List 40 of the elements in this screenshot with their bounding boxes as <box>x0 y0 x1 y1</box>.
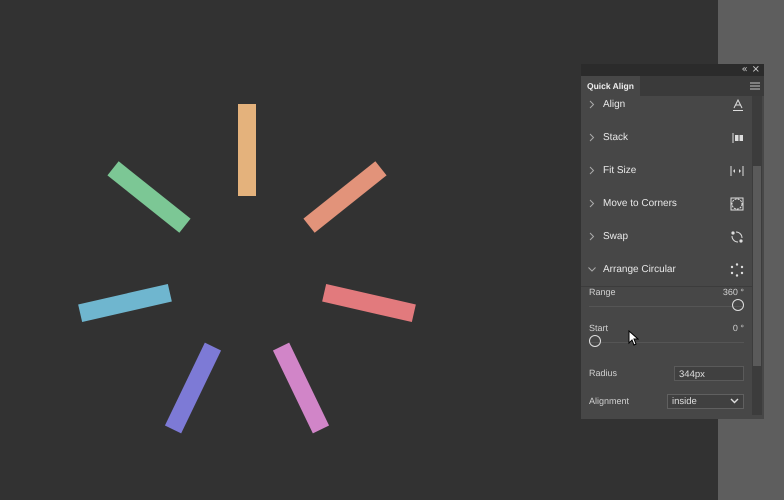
radius-field[interactable]: 344px <box>674 366 744 380</box>
chevron-icon <box>589 133 595 142</box>
alignment-dropdown[interactable]: inside <box>667 394 744 408</box>
stack-icon <box>732 132 744 144</box>
section-title: Move to Corners <box>603 198 678 209</box>
chevron-icon <box>589 232 595 241</box>
chevron-icon <box>589 199 595 208</box>
slider-reading: 0 ° <box>732 323 744 333</box>
close-button[interactable]: × <box>752 64 760 76</box>
section-header[interactable]: Align <box>581 96 752 121</box>
section-header[interactable]: Move to Corners <box>581 187 752 220</box>
slider-thumb[interactable] <box>589 335 601 347</box>
chevron-icon <box>588 266 596 272</box>
section-title: Fit Size <box>603 165 638 176</box>
slider-label: Start <box>589 323 608 333</box>
slider-thumb[interactable] <box>732 299 744 311</box>
cursor-icon <box>628 330 639 346</box>
section-title: Align <box>603 99 626 110</box>
menu-icon[interactable] <box>750 82 760 90</box>
field-label: Radius <box>589 368 618 378</box>
section-title: Swap <box>603 231 630 242</box>
section-header[interactable]: Stack <box>581 121 752 154</box>
corners-icon <box>730 196 744 210</box>
slider-label: Range <box>589 287 616 297</box>
slider-reading: 360 ° <box>722 287 744 297</box>
swap-icon <box>730 230 744 244</box>
section-header[interactable]: Swap <box>581 220 752 253</box>
field-label: Alignment <box>589 396 630 406</box>
fit-width-icon <box>730 164 744 176</box>
caret-icon <box>730 398 739 404</box>
section-header[interactable]: Fit Size <box>581 154 752 187</box>
text-align-icon <box>732 98 744 110</box>
panel-tab[interactable]: Quick Align <box>581 76 640 96</box>
chevron-icon <box>589 166 595 175</box>
scrollbar[interactable] <box>752 96 762 415</box>
chevron-icon <box>589 100 595 109</box>
section-title: Stack <box>603 132 630 143</box>
section-title: Arrange Circular <box>603 264 677 275</box>
circle-dots-icon <box>730 262 744 276</box>
collapse-button[interactable]: « <box>741 64 748 76</box>
